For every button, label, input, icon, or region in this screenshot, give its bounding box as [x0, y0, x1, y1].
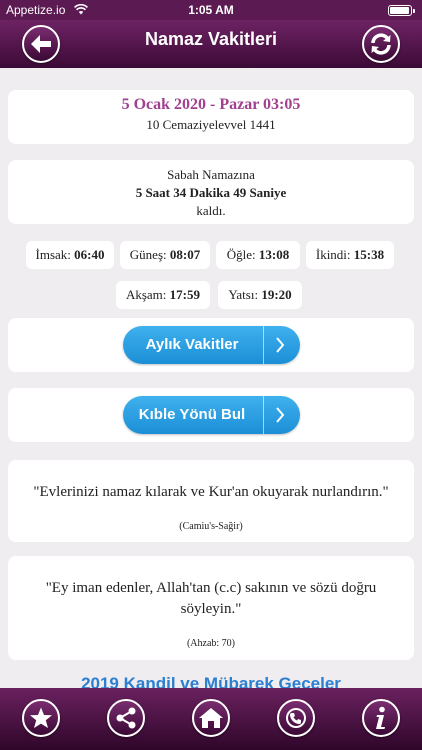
countdown-card: Sabah Namazına 5 Saat 34 Dakika 49 Saniy… — [8, 160, 414, 224]
status-time: 1:05 AM — [188, 3, 234, 17]
prayer-time-ikindi: İkindi: 15:38 — [306, 241, 394, 269]
refresh-icon — [371, 33, 391, 55]
next-prayer-label: Sabah Namazına — [167, 167, 255, 182]
quote-source: (Ahzab: 70) — [186, 638, 236, 649]
battery-icon — [388, 5, 415, 16]
prayer-label: İmsak: — [35, 247, 71, 262]
quote-card: "Evlerinizi namaz kılarak ve Kur'an okuy… — [8, 460, 414, 542]
star-icon — [30, 707, 52, 728]
prayer-time-yatsi: Yatsı: 19:20 — [218, 281, 302, 309]
prayer-time: 15:38 — [353, 247, 385, 262]
monthly-times-button[interactable]: Aylık Vakitler — [123, 326, 300, 364]
date-card: 5 Ocak 2020 - Pazar 03:05 10 Cemaziyelev… — [8, 90, 414, 144]
status-bar: Appetize.io 1:05 AM — [0, 0, 422, 20]
hijri-date: 10 Cemaziyelevvel 1441 — [146, 117, 276, 132]
tab-bar — [0, 688, 422, 750]
prayer-time: 19:20 — [261, 287, 292, 302]
prayer-label: Akşam: — [125, 287, 167, 302]
contact-icon — [286, 708, 306, 728]
favorites-button[interactable] — [22, 699, 60, 737]
chevron-right-icon — [276, 337, 285, 353]
prayer-label: Öğle: — [226, 247, 256, 262]
monthly-times-label: Aylık Vakitler — [145, 336, 239, 353]
prayer-label: Yatsı: — [228, 287, 259, 302]
home-button[interactable] — [192, 699, 230, 737]
prayer-time-imsak: İmsak: 06:40 — [26, 241, 114, 269]
qibla-card: Kıble Yönü Bul — [8, 388, 414, 442]
prayer-label: Güneş: — [129, 247, 167, 262]
prayer-time-ogle: Öğle: 13:08 — [216, 241, 300, 269]
quote-text: "Ey iman edenler, Allah'tan (c.c) sakını… — [45, 580, 377, 617]
chevron-right-icon — [276, 407, 285, 423]
qibla-label: Kıble Yönü Bul — [138, 406, 246, 423]
share-icon — [116, 707, 136, 729]
prayer-time-gunes: Güneş: 08:07 — [120, 241, 210, 269]
monthly-times-card: Aylık Vakitler — [8, 318, 414, 372]
qibla-button[interactable]: Kıble Yönü Bul — [123, 396, 300, 434]
prayer-time: 06:40 — [74, 247, 105, 262]
remaining-suffix: kaldı. — [196, 203, 226, 218]
quote-text: "Evlerinizi namaz kılarak ve Kur'an okuy… — [33, 484, 389, 500]
prayer-label: İkindi: — [315, 247, 351, 262]
prayer-time: 17:59 — [169, 287, 201, 302]
gregorian-date: 5 Ocak 2020 - Pazar 03:05 — [121, 96, 301, 113]
refresh-button[interactable] — [362, 25, 400, 63]
remaining-time: 5 Saat 34 Dakika 49 Saniye — [135, 185, 287, 200]
contact-button[interactable] — [277, 699, 315, 737]
info-button[interactable] — [362, 699, 400, 737]
info-icon — [376, 706, 385, 729]
prayer-time-aksam: Akşam: 17:59 — [116, 281, 210, 309]
nav-bar: Namaz Vakitleri — [0, 20, 422, 68]
prayer-time: 08:07 — [169, 247, 201, 262]
page-title: Namaz Vakitleri — [144, 29, 278, 49]
quote-source: (Camiu's-Sağir) — [179, 521, 243, 532]
prayer-time: 13:08 — [258, 247, 290, 262]
quote-card: "Ey iman edenler, Allah'tan (c.c) sakını… — [8, 556, 414, 660]
share-button[interactable] — [107, 699, 145, 737]
home-icon — [199, 708, 223, 728]
